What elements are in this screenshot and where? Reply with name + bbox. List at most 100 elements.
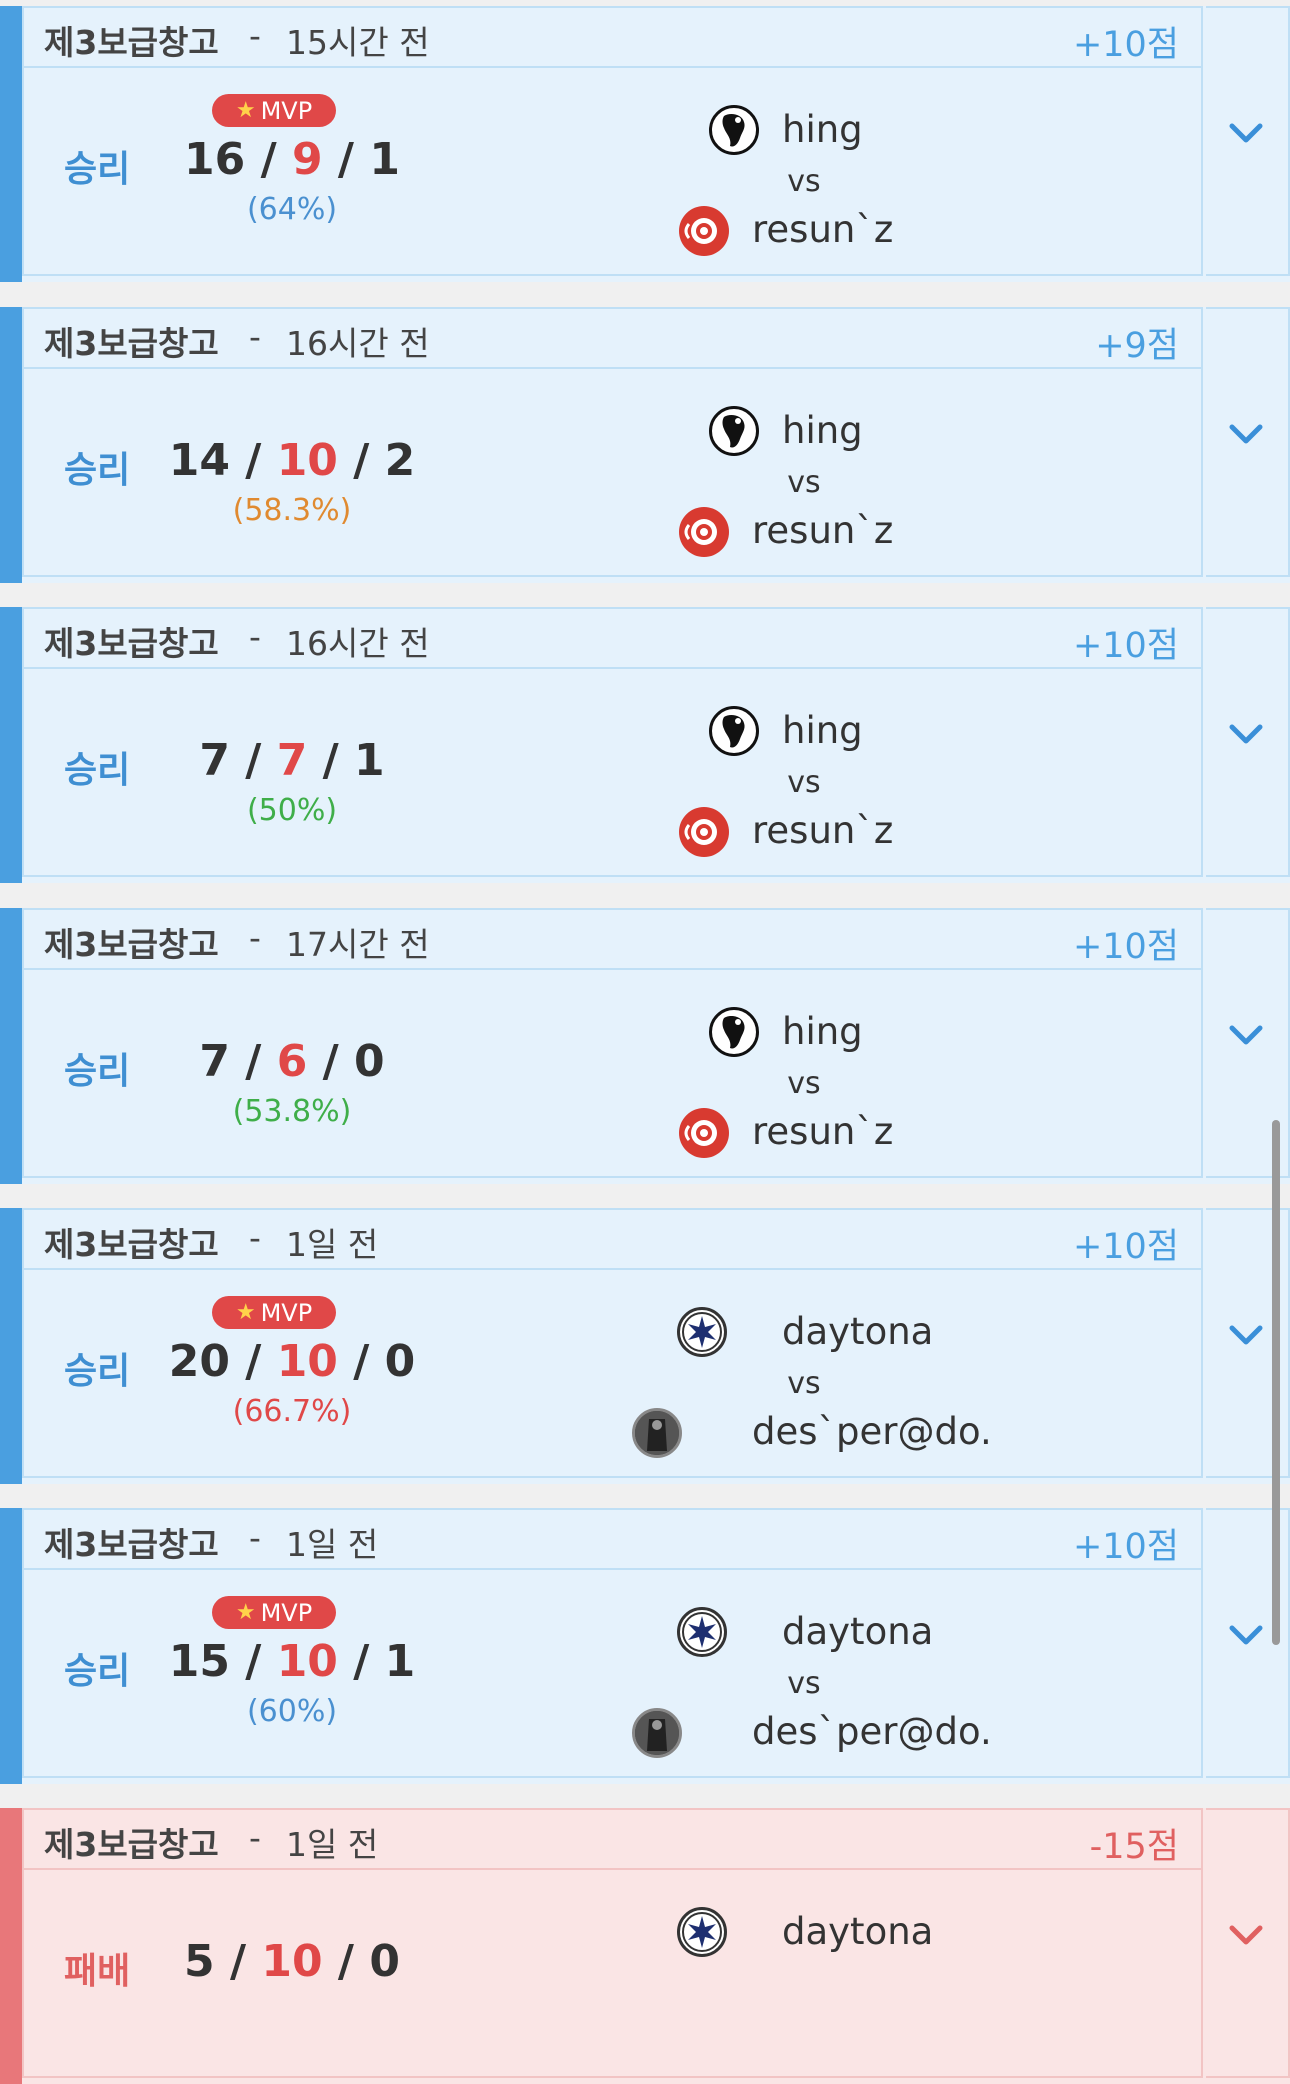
- vs-label: vs: [787, 1366, 821, 1401]
- match-header: 제3보급창고 - 1일 전 -15점: [24, 1810, 1201, 1870]
- header-separator: -: [249, 1218, 261, 1257]
- match-summary: 제3보급창고 - 15시간 전 +10점 승리 ★ MVP 16 / 9 / 1 …: [22, 6, 1203, 276]
- match-card[interactable]: 제3보급창고 - 15시간 전 +10점 승리 ★ MVP 16 / 9 / 1 …: [0, 6, 1290, 282]
- player1-name[interactable]: hing: [782, 709, 863, 752]
- mvp-label: MVP: [260, 1598, 313, 1627]
- match-card[interactable]: 제3보급창고 - 1일 전 -15점 패배 5 / 10 / 0 daytona: [0, 1808, 1290, 2084]
- player2-name[interactable]: resun`z: [752, 509, 893, 552]
- player1-name[interactable]: daytona: [782, 1910, 933, 1953]
- kills: 20: [168, 1336, 230, 1387]
- player2-name[interactable]: resun`z: [752, 208, 893, 251]
- expand-button[interactable]: [1206, 6, 1290, 276]
- hing-icon: [709, 1007, 759, 1057]
- kills: 5: [184, 1936, 215, 1987]
- points-change: +10점: [1072, 25, 1179, 65]
- player2-name[interactable]: resun`z: [752, 809, 893, 852]
- match-time: 15시간 전: [286, 23, 430, 62]
- daytona-icon: [677, 1907, 727, 1957]
- points-change: +9점: [1095, 326, 1179, 366]
- match-result: 승리: [64, 450, 131, 491]
- expand-button[interactable]: [1206, 307, 1290, 577]
- player1-name[interactable]: hing: [782, 409, 863, 452]
- result-indicator-bar: [0, 607, 22, 883]
- kill-ratio: (64%): [246, 192, 338, 227]
- chevron-down-icon: [1229, 1025, 1263, 1045]
- result-indicator-bar: [0, 307, 22, 583]
- match-time: 17시간 전: [286, 925, 430, 964]
- deaths: 7: [276, 735, 308, 786]
- chevron-down-icon: [1229, 724, 1263, 744]
- kills: 16: [184, 134, 246, 185]
- resun-icon: [679, 507, 729, 557]
- player1-name[interactable]: daytona: [782, 1610, 933, 1653]
- kda-stats: 16 / 9 / 1: [184, 134, 400, 185]
- expand-button[interactable]: [1206, 607, 1290, 877]
- match-card[interactable]: 제3보급창고 - 16시간 전 +10점 승리 7 / 7 / 1 (50%) …: [0, 607, 1290, 883]
- kills: 7: [199, 1036, 230, 1087]
- match-result: 승리: [64, 1351, 131, 1392]
- match-summary: 제3보급창고 - 1일 전 +10점 승리 ★ MVP 15 / 10 / 1 (…: [22, 1508, 1203, 1778]
- header-separator: -: [249, 617, 261, 656]
- resun-icon: [679, 1108, 729, 1158]
- map-name: 제3보급창고: [44, 1525, 219, 1564]
- result-indicator-bar: [0, 1808, 22, 2084]
- player1-name[interactable]: hing: [782, 1010, 863, 1053]
- assists: 2: [384, 435, 416, 486]
- match-header: 제3보급창고 - 1일 전 +10점: [24, 1510, 1201, 1570]
- map-name: 제3보급창고: [44, 23, 219, 62]
- kills: 7: [199, 735, 230, 786]
- points-change: +10점: [1072, 1527, 1179, 1567]
- match-time: 1일 전: [286, 1525, 379, 1564]
- kill-ratio: (53.8%): [232, 1094, 352, 1129]
- vs-label: vs: [787, 1066, 821, 1101]
- kill-ratio: (66.7%): [232, 1394, 352, 1429]
- deaths: 10: [276, 435, 338, 486]
- match-card[interactable]: 제3보급창고 - 1일 전 +10점 승리 ★ MVP 15 / 10 / 1 (…: [0, 1508, 1290, 1784]
- result-indicator-bar: [0, 908, 22, 1184]
- mvp-label: MVP: [260, 96, 313, 125]
- player2-name[interactable]: des`per@do.: [752, 1410, 992, 1453]
- kda-stats: 20 / 10 / 0: [168, 1336, 416, 1387]
- expand-button[interactable]: [1206, 1808, 1290, 2078]
- player2-name[interactable]: resun`z: [752, 1110, 893, 1153]
- vs-label: vs: [787, 465, 821, 500]
- kda-stats: 7 / 6 / 0: [199, 1036, 385, 1087]
- daytona-icon: [677, 1307, 727, 1357]
- match-summary: 제3보급창고 - 1일 전 +10점 승리 ★ MVP 20 / 10 / 0 (…: [22, 1208, 1203, 1478]
- player1-name[interactable]: daytona: [782, 1310, 933, 1353]
- map-name: 제3보급창고: [44, 1825, 219, 1864]
- daytona-icon: [677, 1607, 727, 1657]
- match-card[interactable]: 제3보급창고 - 1일 전 +10점 승리 ★ MVP 20 / 10 / 0 (…: [0, 1208, 1290, 1484]
- result-indicator-bar: [0, 1208, 22, 1484]
- star-icon: ★: [235, 1600, 256, 1625]
- header-separator: -: [249, 1518, 261, 1557]
- match-card[interactable]: 제3보급창고 - 17시간 전 +10점 승리 7 / 6 / 0 (53.8%…: [0, 908, 1290, 1184]
- header-separator: -: [249, 16, 261, 55]
- star-icon: ★: [235, 1300, 256, 1325]
- match-time: 16시간 전: [286, 624, 430, 663]
- result-indicator-bar: [0, 6, 22, 282]
- match-result: 승리: [64, 1651, 131, 1692]
- desperado-icon: [632, 1408, 682, 1458]
- player1-name[interactable]: hing: [782, 108, 863, 151]
- deaths: 10: [276, 1336, 338, 1387]
- match-time: 1일 전: [286, 1825, 379, 1864]
- match-time: 16시간 전: [286, 324, 430, 363]
- assists: 1: [369, 134, 400, 185]
- map-name: 제3보급창고: [44, 624, 219, 663]
- match-card[interactable]: 제3보급창고 - 16시간 전 +9점 승리 14 / 10 / 2 (58.3…: [0, 307, 1290, 583]
- match-result: 승리: [64, 1051, 131, 1092]
- kda-stats: 15 / 10 / 1: [168, 1636, 416, 1687]
- vs-label: vs: [787, 1666, 821, 1701]
- player2-name[interactable]: des`per@do.: [752, 1710, 992, 1753]
- points-change: +10점: [1072, 626, 1179, 666]
- star-icon: ★: [235, 98, 256, 123]
- match-summary: 제3보급창고 - 1일 전 -15점 패배 5 / 10 / 0 daytona: [22, 1808, 1203, 2078]
- kda-stats: 14 / 10 / 2: [168, 435, 416, 486]
- match-header: 제3보급창고 - 17시간 전 +10점: [24, 910, 1201, 970]
- chevron-down-icon: [1229, 424, 1263, 444]
- assists: 0: [354, 1036, 385, 1087]
- mvp-badge: ★ MVP: [212, 94, 336, 127]
- scrollbar[interactable]: [1272, 1120, 1280, 1645]
- kill-ratio: (60%): [246, 1694, 338, 1729]
